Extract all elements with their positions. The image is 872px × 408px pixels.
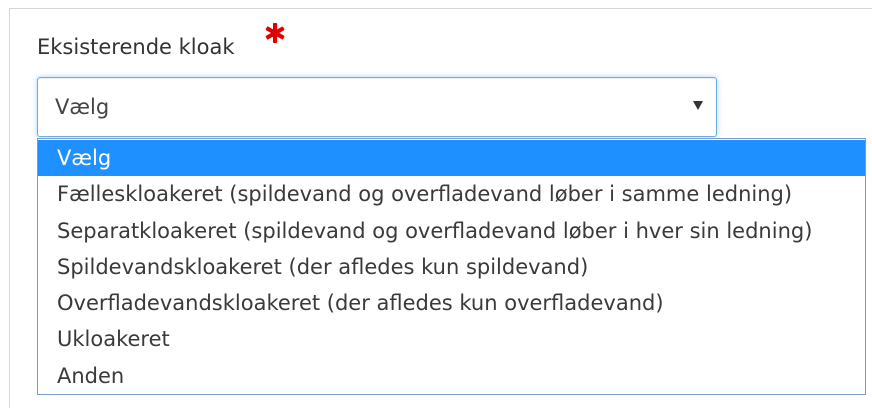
select-current-value: Vælg bbox=[55, 95, 110, 119]
dropdown-option-vaelg[interactable]: Vælg bbox=[38, 140, 865, 177]
dropdown-option-anden[interactable]: Anden bbox=[38, 358, 865, 394]
dropdown-option-separatkloakeret[interactable]: Separatkloakeret (spildevand og overflad… bbox=[38, 213, 865, 249]
dropdown-option-faelleskloakeret[interactable]: Fælleskloakeret (spildevand og overflade… bbox=[38, 176, 865, 212]
dropdown-options-list: Vælg Fælleskloakeret (spildevand og over… bbox=[37, 138, 866, 395]
field-label: Eksisterende kloak bbox=[37, 35, 235, 59]
dropdown-option-spildevandskloakeret[interactable]: Spildevandskloakeret (der afledes kun sp… bbox=[38, 249, 865, 285]
dropdown-arrow-icon[interactable] bbox=[693, 101, 703, 110]
dropdown-option-overfladevandskloakeret[interactable]: Overfladevandskloakeret (der afledes kun… bbox=[38, 285, 865, 321]
dropdown-option-ukloakeret[interactable]: Ukloakeret bbox=[38, 321, 865, 357]
existing-sewer-select[interactable]: Vælg bbox=[37, 77, 717, 137]
required-asterisk-icon bbox=[265, 23, 285, 43]
